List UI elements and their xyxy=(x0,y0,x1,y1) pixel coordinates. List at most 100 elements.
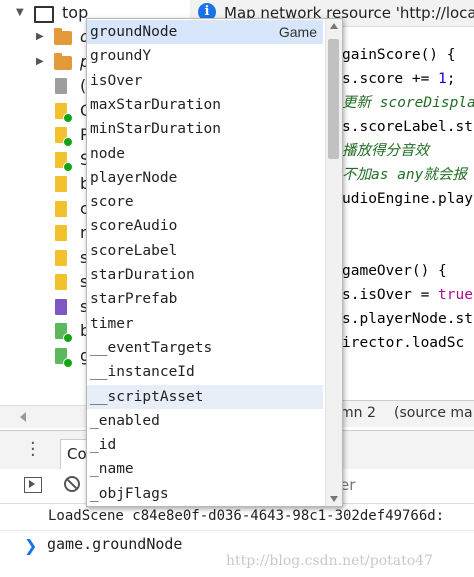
code-token: score xyxy=(359,71,404,87)
source-map-status[interactable]: (source ma xyxy=(394,405,473,421)
code-token: true xyxy=(438,287,473,303)
code-token: gainScore() { xyxy=(342,47,456,63)
scroll-down-icon[interactable] xyxy=(330,496,338,502)
scroll-up-icon[interactable] xyxy=(330,23,338,29)
code-token: udioEngine.play xyxy=(342,191,473,207)
tab-console-label: Co xyxy=(67,445,87,463)
code-token: 播放得分音效 xyxy=(342,143,429,159)
code-line: s.score += 1; xyxy=(342,67,456,91)
scroll-left-icon[interactable] xyxy=(20,412,26,422)
status-badge-icon xyxy=(63,333,73,343)
autocomplete-item[interactable]: __eventTargets xyxy=(87,336,323,360)
autocomplete-item[interactable]: timer xyxy=(87,312,323,336)
autocomplete-item[interactable]: starPrefab xyxy=(87,287,323,311)
autocomplete-scrollbar[interactable] xyxy=(325,19,342,506)
autocomplete-item-label: scoreLabel xyxy=(90,242,178,259)
cursor-position: mn 2 xyxy=(340,405,376,421)
code-line: 不加as any就会报 xyxy=(342,163,467,187)
autocomplete-item-label: playerNode xyxy=(90,169,178,186)
code-token: s.playerNode.st xyxy=(342,311,473,327)
file-icon xyxy=(55,274,67,290)
autocomplete-item[interactable]: playerNode xyxy=(87,166,323,190)
autocomplete-item[interactable]: _name xyxy=(87,457,323,481)
code-token: 更新 scoreDispla xyxy=(342,95,474,111)
file-icon xyxy=(55,200,67,217)
sidebar-toggle-icon[interactable] xyxy=(24,477,42,493)
more-options-icon[interactable]: · · · xyxy=(30,435,36,465)
autocomplete-item[interactable]: scoreLabel xyxy=(87,239,323,263)
console-message: LoadScene c84e8e0f-d036-4643-98c1-302def… xyxy=(0,504,474,531)
expand-arrow-icon[interactable]: ▶ xyxy=(36,26,44,48)
autocomplete-item-label: __scriptAsset xyxy=(90,388,204,405)
status-badge-icon xyxy=(63,357,73,368)
scrollbar-thumb[interactable] xyxy=(328,39,339,159)
autocomplete-item-label: _enabled xyxy=(90,412,160,429)
file-icon xyxy=(55,249,67,266)
prompt-chevron-icon: ❯ xyxy=(24,536,38,555)
code-token: s.isOver = xyxy=(342,287,439,303)
autocomplete-item-label: groundNode xyxy=(90,24,178,40)
code-token: s.scoreLabel.str xyxy=(342,119,474,135)
code-line: irector.loadSc xyxy=(342,331,464,355)
autocomplete-item-label: _id xyxy=(90,437,117,454)
autocomplete-item-label: starDuration xyxy=(90,267,195,283)
folder-icon xyxy=(54,28,72,45)
autocomplete-item-label: _name xyxy=(90,461,134,478)
code-token: gameOver() { xyxy=(342,263,447,279)
code-line: gameOver() { xyxy=(342,259,447,283)
file-icon xyxy=(55,298,67,315)
watermark: http://blog.csdn.net/potato47 xyxy=(226,553,433,569)
status-badge-icon xyxy=(63,112,73,123)
autocomplete-item[interactable]: node xyxy=(87,142,323,166)
autocomplete-item[interactable]: minStarDuration xyxy=(87,117,323,141)
autocomplete-item[interactable]: _enabled xyxy=(87,409,323,433)
code-line: s.isOver = true xyxy=(342,283,473,307)
autocomplete-item-label: starPrefab xyxy=(90,291,178,308)
console-input[interactable]: game.groundNode xyxy=(47,535,182,553)
autocomplete-item-label: __eventTargets xyxy=(90,339,213,356)
status-badge-icon xyxy=(63,161,73,172)
autocomplete-item[interactable]: groundNode Game xyxy=(87,20,323,44)
folder-icon xyxy=(54,52,72,70)
code-token: irector.loadSc xyxy=(342,335,465,351)
frame-icon xyxy=(34,6,54,23)
code-line: gainScore() { xyxy=(342,43,456,67)
code-token: += xyxy=(403,71,439,87)
autocomplete-item[interactable]: starDuration xyxy=(87,263,323,287)
autocomplete-item[interactable]: _objFlags xyxy=(87,482,323,506)
autocomplete-item[interactable]: __scriptAsset xyxy=(87,384,323,409)
autocomplete-item-label: minStarDuration xyxy=(90,121,221,138)
expand-arrow-icon[interactable]: ▼ xyxy=(16,2,24,24)
autocomplete-item[interactable]: _id xyxy=(87,433,323,457)
autocomplete-popup[interactable]: groundNode Game groundY isOver maxStarDurati… xyxy=(86,18,343,507)
autocomplete-item[interactable]: score xyxy=(87,190,323,214)
autocomplete-item[interactable]: scoreAudio xyxy=(87,214,323,238)
code-line: s.playerNode.st xyxy=(342,307,473,331)
autocomplete-item-label: groundY xyxy=(90,48,152,65)
autocomplete-item[interactable]: groundY xyxy=(87,44,323,68)
autocomplete-item[interactable]: maxStarDuration xyxy=(87,93,323,117)
code-token: s. xyxy=(342,71,360,87)
autocomplete-item-label: timer xyxy=(90,315,134,332)
autocomplete-item-label: scoreAudio xyxy=(90,218,178,235)
autocomplete-item[interactable]: __instanceId xyxy=(87,360,323,384)
status-badge-icon xyxy=(63,137,73,147)
code-token: ; xyxy=(446,71,456,87)
autocomplete-item-label: maxStarDuration xyxy=(90,96,221,113)
code-line: 更新 scoreDispla xyxy=(342,91,474,115)
expand-arrow-icon[interactable]: ▶ xyxy=(36,51,44,73)
code-line: 播放得分音效 xyxy=(342,139,429,163)
autocomplete-item-type: Game xyxy=(278,24,317,40)
autocomplete-item-label: __instanceId xyxy=(90,364,195,381)
autocomplete-item-label: node xyxy=(90,145,125,162)
file-icon xyxy=(55,78,67,94)
file-icon xyxy=(55,225,67,241)
autocomplete-item-label: isOver xyxy=(90,72,143,89)
autocomplete-item[interactable]: isOver xyxy=(87,69,323,93)
autocomplete-item-label: _objFlags xyxy=(90,485,169,502)
clear-console-icon[interactable] xyxy=(64,476,80,492)
console-message-text: LoadScene c84e8e0f-d036-4643-98c1-302def… xyxy=(48,508,445,524)
tree-root-label: top xyxy=(62,3,89,22)
autocomplete-item-label: score xyxy=(90,194,134,211)
code-token: 1 xyxy=(438,71,447,87)
